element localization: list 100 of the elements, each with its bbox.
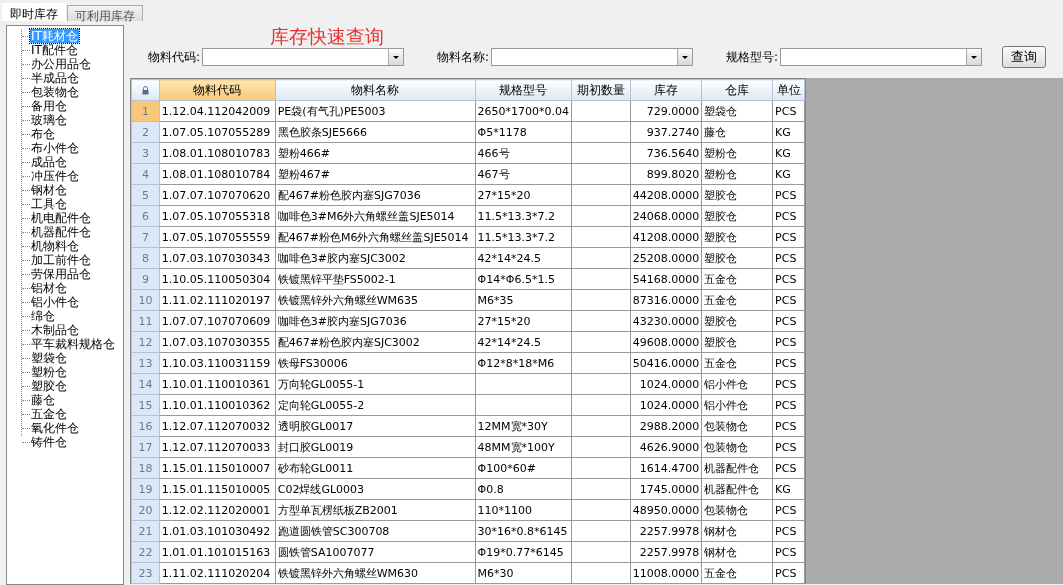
row-number[interactable]: 20 <box>131 499 160 521</box>
table-cell: 铁镀黑锌平垫FS5002-1 <box>275 268 476 290</box>
row-number[interactable]: 13 <box>131 352 160 374</box>
dropdown-button[interactable] <box>388 49 404 65</box>
row-number[interactable]: 14 <box>131 373 160 395</box>
row-number[interactable]: 12 <box>131 331 160 353</box>
query-button[interactable]: 查询 <box>1002 46 1047 68</box>
tree-item[interactable]: 钢材仓 <box>30 183 68 197</box>
row-number[interactable]: 17 <box>131 436 160 458</box>
table-cell: 机器配件仓 <box>701 457 773 479</box>
tab[interactable]: 即时库存 <box>2 3 66 21</box>
tree-item[interactable]: 平车裁料规格仓 <box>30 337 116 351</box>
table-cell: 包装物仓 <box>701 415 773 437</box>
table-cell: 塑胶仓 <box>701 184 773 206</box>
tree-item[interactable]: 布小件仓 <box>30 141 80 155</box>
table-cell: 48MM宽*100Y <box>475 436 572 458</box>
tree-item[interactable]: 木制品仓 <box>30 323 80 337</box>
tree-item[interactable]: 机物料仓 <box>30 239 80 253</box>
dropdown-button[interactable] <box>677 49 693 65</box>
column-header[interactable]: 规格型号 <box>475 79 572 101</box>
row-number[interactable]: 3 <box>131 142 160 164</box>
tree-item[interactable]: 成品仓 <box>30 155 68 169</box>
tree-item[interactable]: 塑粉仓 <box>30 365 68 379</box>
tree-item[interactable]: 劳保用品仓 <box>30 267 92 281</box>
table-cell: 1.01.03.101030492 <box>159 520 276 542</box>
row-number[interactable]: 10 <box>131 289 160 311</box>
row-number[interactable]: 18 <box>131 457 160 479</box>
tree-item[interactable]: 塑袋仓 <box>30 351 68 365</box>
table-cell: M6*35 <box>475 289 572 311</box>
column-header[interactable]: 仓库 <box>701 79 773 101</box>
tree-item[interactable]: 办公用品仓 <box>30 57 92 71</box>
tree-item[interactable]: 玻璃仓 <box>30 113 68 127</box>
row-number[interactable]: 2 <box>131 121 160 143</box>
table-cell: 48950.0000 <box>630 499 702 521</box>
table-cell: 1.15.01.115010007 <box>159 457 276 479</box>
row-number[interactable]: 21 <box>131 520 160 542</box>
tab[interactable]: 可利用库存 <box>67 5 143 21</box>
table-cell: 729.0000 <box>630 100 702 122</box>
tree-item[interactable]: 包装物仓 <box>30 85 80 99</box>
table-cell: 1.01.01.101015163 <box>159 541 276 563</box>
table-cell: 42*14*24.5 <box>475 247 572 269</box>
row-number[interactable]: 6 <box>131 205 160 227</box>
table-cell: 黑色胶条SJE5666 <box>275 121 476 143</box>
field-label: 物料名称: <box>437 48 490 66</box>
tree-item[interactable]: IT配件仓 <box>30 43 79 57</box>
table-cell: PCS <box>772 247 805 269</box>
tree-item[interactable]: 绵仓 <box>30 309 56 323</box>
table-cell: PCS <box>772 541 805 563</box>
tree-item[interactable]: 布仓 <box>30 127 56 141</box>
tree-item[interactable]: 备用仓 <box>30 99 68 113</box>
tree-item[interactable]: 塑胶仓 <box>30 379 68 393</box>
table-cell: PCS <box>772 394 805 416</box>
tree-item[interactable]: 五金仓 <box>30 407 68 421</box>
tree-item[interactable]: 铝材仓 <box>30 281 68 295</box>
tree-item[interactable]: 氧化件仓 <box>30 421 80 435</box>
tree-item[interactable]: 藤仓 <box>30 393 56 407</box>
table-cell: 466号 <box>475 142 572 164</box>
table-cell: PCS <box>772 289 805 311</box>
column-header[interactable]: 期初数量 <box>571 79 631 101</box>
tree-item[interactable]: 机电配件仓 <box>30 211 92 225</box>
table-cell: 4626.9000 <box>630 436 702 458</box>
table-cell: 1.12.04.112042009 <box>159 100 276 122</box>
tree-item[interactable]: 铸件仓 <box>30 435 68 449</box>
row-number[interactable]: 22 <box>131 541 160 563</box>
row-number[interactable]: 5 <box>131 184 160 206</box>
table-cell: 1.07.05.107055318 <box>159 205 276 227</box>
table-cell: 50416.0000 <box>630 352 702 374</box>
column-header[interactable]: 物料代码 <box>159 79 276 101</box>
row-number[interactable]: 7 <box>131 226 160 248</box>
tree-item[interactable]: 加工前件仓 <box>30 253 92 267</box>
row-number[interactable]: 11 <box>131 310 160 332</box>
row-number[interactable]: 8 <box>131 247 160 269</box>
row-number[interactable]: 4 <box>131 163 160 185</box>
table-cell: 49608.0000 <box>630 331 702 353</box>
row-number[interactable]: 15 <box>131 394 160 416</box>
table-cell: 736.5640 <box>630 142 702 164</box>
dropdown-button[interactable] <box>966 49 982 65</box>
table-cell: 1745.0000 <box>630 478 702 500</box>
row-number[interactable]: 9 <box>131 268 160 290</box>
table-cell: 1.10.05.110050304 <box>159 268 276 290</box>
column-header[interactable]: 物料名称 <box>275 79 476 101</box>
table-cell: KG <box>772 478 805 500</box>
table-cell: 咖啡色3#胶内塞SJG7036 <box>275 310 476 332</box>
table-cell: 铁镀黑锌外六角螺丝WM635 <box>275 289 476 311</box>
tree-item[interactable]: 铝小件仓 <box>30 295 80 309</box>
table-cell: 五金仓 <box>701 289 773 311</box>
row-number[interactable]: 23 <box>131 562 160 584</box>
tree-item[interactable]: 半成品仓 <box>30 71 80 85</box>
tree-item[interactable]: 机器配件仓 <box>30 225 92 239</box>
row-number[interactable]: 16 <box>131 415 160 437</box>
table-cell: 包装物仓 <box>701 436 773 458</box>
tree-item[interactable]: 冲压件仓 <box>30 169 80 183</box>
table-cell: 万向轮GL0055-1 <box>275 373 476 395</box>
table-cell: 钢材仓 <box>701 520 773 542</box>
table-cell: 2650*1700*0.04 <box>475 100 572 122</box>
column-header[interactable]: 库存 <box>630 79 702 101</box>
tree-item[interactable]: 工具仓 <box>30 197 68 211</box>
row-number[interactable]: 19 <box>131 478 160 500</box>
column-header[interactable]: 单位 <box>772 79 805 101</box>
table-cell: 五金仓 <box>701 268 773 290</box>
